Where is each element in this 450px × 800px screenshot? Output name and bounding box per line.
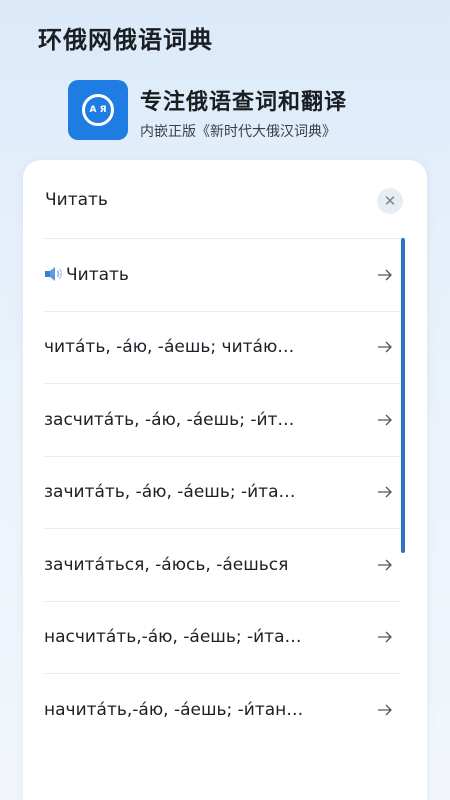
arrow-right-icon <box>378 631 392 643</box>
page-title: 环俄网俄语词典 <box>38 26 213 54</box>
result-text: зачита́ть, -а́ю, -а́ешь; -и́та… <box>44 482 296 503</box>
arrow-right-icon <box>378 559 392 571</box>
scrollbar[interactable] <box>401 238 405 553</box>
promo-subline: 内嵌正版《新时代大俄汉词典》 <box>140 124 336 140</box>
search-input[interactable]: Читать <box>45 190 108 210</box>
arrow-right-icon <box>378 341 392 353</box>
app-logo-icon: A Я <box>68 80 128 140</box>
result-text: Читать <box>66 264 129 285</box>
arrow-right-icon <box>378 269 392 281</box>
arrow-right-icon <box>378 486 392 498</box>
app-logo-text: A Я <box>82 94 114 126</box>
promo-headline: 专注俄语查词和翻译 <box>140 90 348 115</box>
result-row[interactable]: чита́ть, -а́ю, -а́ешь; чита́ю… <box>43 312 401 384</box>
result-text: засчита́ть, -а́ю, -а́ешь; -и́т… <box>44 409 295 430</box>
result-row[interactable]: насчита́ть,-а́ю, -а́ешь; -и́та… <box>43 602 401 674</box>
results-list: Читать чита́ть, -а́ю, -а́ешь; чита́ю… за… <box>43 239 401 747</box>
speaker-icon[interactable] <box>44 266 64 282</box>
result-text: зачита́ться, -а́юсь, -а́ешься <box>44 554 289 575</box>
result-row[interactable]: зачита́ть, -а́ю, -а́ешь; -и́та… <box>43 457 401 529</box>
clear-search-button[interactable]: ✕ <box>377 188 403 214</box>
result-row[interactable]: засчита́ть, -а́ю, -а́ешь; -и́т… <box>43 384 401 457</box>
arrow-right-icon <box>378 414 392 426</box>
result-text: чита́ть, -а́ю, -а́ешь; чита́ю… <box>44 337 295 358</box>
result-text: насчита́ть,-а́ю, -а́ешь; -и́та… <box>44 627 302 648</box>
result-text: начита́ть,-а́ю, -а́ешь; -и́тан… <box>44 700 304 721</box>
result-row[interactable]: зачита́ться, -а́юсь, -а́ешься <box>43 529 401 602</box>
arrow-right-icon <box>378 704 392 716</box>
result-row-pronunciation[interactable]: Читать <box>43 239 401 312</box>
close-icon: ✕ <box>383 191 397 210</box>
search-card: Читать ✕ Читать чита́ть, -а́ю, -а́ешь; ч… <box>23 160 427 800</box>
result-row[interactable]: начита́ть,-а́ю, -а́ешь; -и́тан… <box>43 674 401 747</box>
